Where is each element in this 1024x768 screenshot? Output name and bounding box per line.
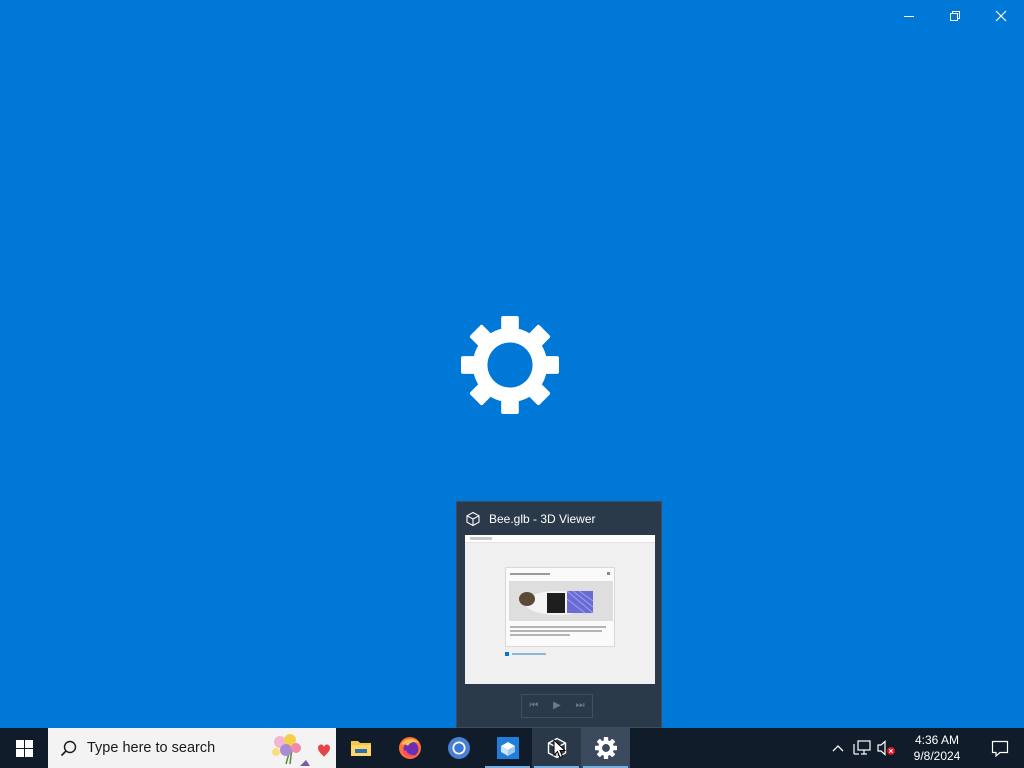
windows-logo-icon xyxy=(15,739,33,757)
mouse-cursor-icon xyxy=(553,739,567,759)
minimize-button[interactable] xyxy=(886,0,932,32)
taskbar-chrome[interactable] xyxy=(434,728,483,768)
close-button[interactable] xyxy=(978,0,1024,32)
store-icon xyxy=(496,737,519,759)
restore-icon xyxy=(950,11,960,21)
taskbar-settings[interactable] xyxy=(581,728,630,768)
volume-button[interactable] xyxy=(874,728,898,768)
play-button[interactable]: ▶ xyxy=(553,701,561,711)
taskbar-thumbnail-preview[interactable]: Bee.glb - 3D Viewer ⏮ ▶ ⏭ xyxy=(456,501,662,728)
folder-icon xyxy=(350,741,371,756)
thumbnail-welcome-dialog xyxy=(505,567,615,647)
close-icon xyxy=(995,10,1007,22)
thumbnail-link xyxy=(505,652,546,656)
window-caption-buttons xyxy=(886,0,1024,32)
action-center-button[interactable] xyxy=(976,728,1024,768)
clock-date: 9/8/2024 xyxy=(913,749,961,763)
clock[interactable]: 4:36 AM 9/8/2024 xyxy=(898,728,976,768)
taskbar: 4:36 AM 9/8/2024 xyxy=(0,728,1024,768)
preview-media-controls: ⏮ ▶ ⏭ xyxy=(521,694,593,718)
taskbar-file-explorer[interactable] xyxy=(336,728,385,768)
taskbar-store[interactable] xyxy=(483,728,532,768)
thumbnail-model-image xyxy=(509,581,613,621)
thumbnail-titlebar xyxy=(465,535,655,543)
restore-button[interactable] xyxy=(932,0,978,32)
next-button[interactable]: ⏭ xyxy=(576,701,585,711)
preview-header: Bee.glb - 3D Viewer xyxy=(465,510,596,528)
taskbar-firefox[interactable] xyxy=(385,728,434,768)
search-highlight-flowers-icon xyxy=(272,734,330,766)
gear-icon xyxy=(461,316,559,414)
minimize-icon xyxy=(904,16,914,17)
system-tray: 4:36 AM 9/8/2024 xyxy=(826,728,1024,768)
preview-title: Bee.glb - 3D Viewer xyxy=(489,512,596,526)
search-input[interactable] xyxy=(87,740,262,756)
network-button[interactable] xyxy=(850,728,874,768)
chrome-icon xyxy=(447,737,470,759)
gear-icon xyxy=(594,737,617,759)
search-icon xyxy=(60,740,77,757)
clock-time: 4:36 AM xyxy=(914,733,960,747)
start-button[interactable] xyxy=(0,728,48,768)
cube-icon xyxy=(465,511,481,527)
chevron-up-icon xyxy=(832,745,844,752)
search-box[interactable] xyxy=(48,728,336,768)
volume-muted-icon xyxy=(877,740,895,756)
preview-thumbnail-image[interactable] xyxy=(465,535,655,684)
network-icon xyxy=(853,740,871,755)
previous-button[interactable]: ⏮ xyxy=(529,701,538,711)
notification-icon xyxy=(991,740,1009,757)
show-hidden-icons-button[interactable] xyxy=(826,728,850,768)
firefox-icon xyxy=(398,737,421,759)
